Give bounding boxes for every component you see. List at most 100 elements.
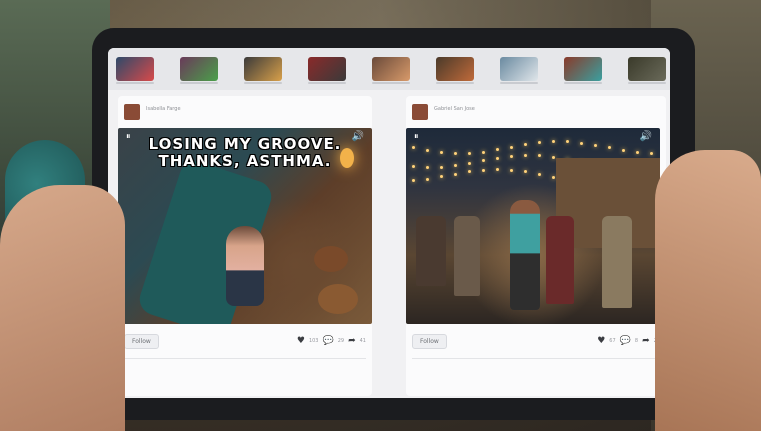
video-thumbnail[interactable] bbox=[116, 57, 154, 81]
comment-icon[interactable]: 💬 bbox=[620, 336, 631, 346]
light-bulb bbox=[524, 143, 527, 147]
scene-crowd bbox=[602, 216, 632, 308]
light-bulb bbox=[608, 146, 611, 150]
light-bulb bbox=[468, 161, 471, 165]
avatar[interactable] bbox=[412, 104, 428, 120]
light-bulb bbox=[552, 175, 555, 179]
scene-crowd bbox=[546, 216, 574, 304]
thumbnail-label bbox=[308, 82, 346, 84]
light-bulb bbox=[636, 151, 639, 154]
thumbnail-label bbox=[500, 82, 538, 84]
light-bulb bbox=[552, 155, 555, 159]
author-name[interactable]: Isabella Farge bbox=[146, 106, 181, 112]
light-bulb bbox=[510, 168, 513, 172]
right-hand bbox=[655, 150, 761, 431]
light-bulb bbox=[440, 165, 443, 169]
light-bulb bbox=[426, 177, 429, 181]
follow-button[interactable]: Follow bbox=[124, 334, 159, 349]
light-bulb bbox=[426, 148, 429, 152]
light-bulb bbox=[566, 140, 569, 144]
heart-icon[interactable]: ♥ bbox=[297, 336, 305, 346]
pause-icon[interactable]: ⏸ bbox=[414, 132, 419, 142]
light-bulb bbox=[440, 150, 443, 154]
light-bulb bbox=[510, 145, 513, 149]
volume-icon[interactable]: 🔊 bbox=[640, 131, 652, 142]
light-bulb bbox=[538, 141, 541, 145]
video-thumbnail[interactable] bbox=[564, 57, 602, 81]
author-name[interactable]: Gabriel San Jose bbox=[434, 106, 475, 112]
post-stats: ♥ 67 💬 8 ➦ 29 bbox=[597, 336, 660, 346]
light-bulb bbox=[580, 141, 583, 145]
background-wall bbox=[110, 0, 651, 28]
video-thumbnail[interactable] bbox=[244, 57, 282, 81]
light-bulb bbox=[426, 165, 429, 169]
pause-icon[interactable]: ⏸ bbox=[126, 132, 131, 142]
light-bulb bbox=[440, 175, 443, 179]
like-count: 67 bbox=[609, 338, 616, 344]
comment-count: 8 bbox=[634, 338, 639, 344]
light-bulb bbox=[468, 170, 471, 174]
light-bulb bbox=[454, 151, 457, 155]
light-bulb bbox=[496, 168, 499, 171]
thumbnail-label bbox=[372, 82, 410, 84]
light-bulb bbox=[496, 156, 499, 160]
post-footer: Follow ♥ 67 💬 8 ➦ 29 bbox=[406, 330, 666, 354]
light-bulb bbox=[552, 140, 555, 144]
video-thumbnail[interactable] bbox=[500, 57, 538, 81]
caption-line: THANKS, ASTHMA. bbox=[158, 152, 332, 170]
video-thumbnail[interactable] bbox=[628, 57, 666, 81]
thumbnail-label bbox=[244, 82, 282, 84]
video-player[interactable]: LOSING MY GROOVE. THANKS, ASTHMA. ⏸ 🔊 bbox=[118, 128, 372, 324]
light-bulb bbox=[468, 151, 471, 155]
avatar[interactable] bbox=[124, 104, 140, 120]
post-card: Isabella Farge LOSING MY GROOVE. THANKS,… bbox=[118, 96, 372, 396]
light-bulb bbox=[524, 154, 527, 158]
light-bulb bbox=[538, 172, 541, 176]
light-bulb bbox=[412, 146, 415, 149]
video-thumbnail[interactable] bbox=[436, 57, 474, 81]
scene-dancer bbox=[510, 200, 540, 310]
divider bbox=[412, 358, 660, 359]
like-count: 103 bbox=[308, 338, 319, 344]
light-bulb bbox=[650, 151, 653, 155]
light-bulb bbox=[594, 143, 597, 147]
light-bulb bbox=[482, 150, 485, 154]
light-bulb bbox=[412, 179, 415, 183]
light-bulb bbox=[510, 154, 513, 158]
scene-crowd bbox=[416, 216, 446, 286]
comment-count: 29 bbox=[337, 338, 345, 344]
light-bulb bbox=[454, 172, 457, 176]
heart-icon[interactable]: ♥ bbox=[597, 336, 605, 346]
video-caption: LOSING MY GROOVE. THANKS, ASTHMA. bbox=[118, 136, 372, 170]
video-thumbnail[interactable] bbox=[180, 57, 218, 81]
video-player[interactable]: ⏸ 🔊 bbox=[406, 128, 660, 324]
video-thumbnail[interactable] bbox=[372, 57, 410, 81]
video-thumbnail[interactable] bbox=[308, 57, 346, 81]
share-count: 41 bbox=[359, 338, 366, 344]
scene-crowd bbox=[454, 216, 480, 296]
scene-table bbox=[314, 246, 348, 272]
light-bulb bbox=[524, 170, 527, 174]
scene-person bbox=[226, 226, 264, 306]
light-bulb bbox=[412, 165, 415, 169]
post-footer: Follow ♥ 103 💬 29 ➦ 41 bbox=[118, 330, 372, 354]
light-bulb bbox=[482, 168, 485, 172]
light-bulb bbox=[538, 154, 541, 158]
thumbnail-strip bbox=[108, 48, 670, 90]
left-hand bbox=[0, 185, 125, 431]
scene-table bbox=[318, 284, 358, 314]
thumbnail-label bbox=[628, 82, 666, 84]
post-stats: ♥ 103 💬 29 ➦ 41 bbox=[297, 336, 366, 346]
share-icon[interactable]: ➦ bbox=[348, 336, 356, 346]
follow-button[interactable]: Follow bbox=[412, 334, 447, 349]
thumbnail-label bbox=[436, 82, 474, 84]
share-icon[interactable]: ➦ bbox=[642, 336, 650, 346]
tablet-screen: Isabella Farge LOSING MY GROOVE. THANKS,… bbox=[108, 48, 670, 398]
light-bulb bbox=[482, 159, 485, 163]
thumbnail-label bbox=[116, 82, 154, 84]
light-bulb bbox=[496, 148, 499, 152]
volume-icon[interactable]: 🔊 bbox=[352, 131, 364, 142]
light-bulb bbox=[454, 164, 457, 168]
comment-icon[interactable]: 💬 bbox=[322, 336, 333, 346]
thumbnail-label bbox=[180, 82, 218, 84]
